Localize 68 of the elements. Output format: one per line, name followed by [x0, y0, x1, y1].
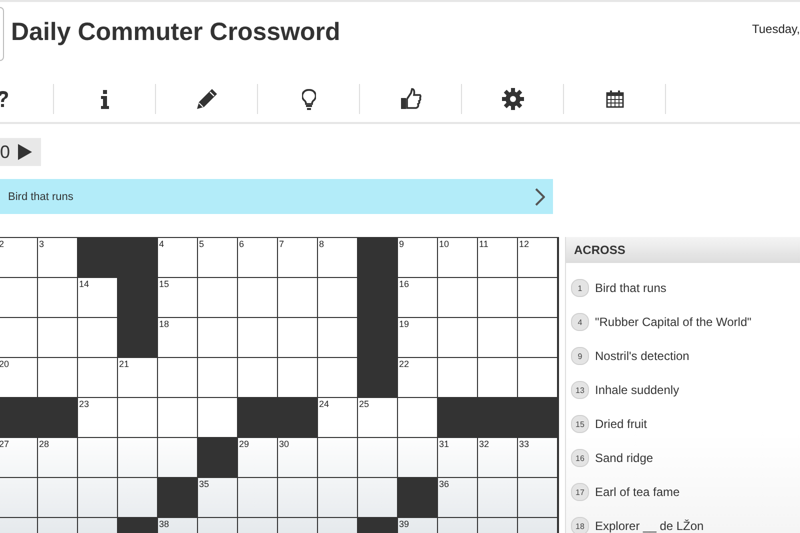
blocked-square: [438, 398, 478, 438]
play-icon: [18, 144, 32, 160]
clue-number: 18: [571, 517, 589, 533]
square-number: 22: [399, 359, 410, 369]
square-number: 39: [399, 519, 410, 529]
blocked-square: [358, 358, 398, 398]
square-number: 11: [479, 239, 488, 249]
clue-number: 9: [571, 347, 589, 365]
clue-text[interactable]: Earl of tea fame: [595, 485, 680, 499]
blocked-square: [38, 398, 78, 438]
square-number: 5: [199, 239, 204, 249]
square-number: 21: [119, 359, 130, 369]
square-number: 15: [159, 279, 170, 289]
square-number: 38: [159, 519, 170, 529]
current-clue: Bird that runs: [8, 190, 74, 202]
page-title: Daily Commuter Crossword: [11, 18, 342, 46]
clue-text[interactable]: Inhale suddenly: [595, 383, 680, 397]
square-number: 30: [279, 439, 290, 449]
logo-edge: [0, 7, 4, 61]
date-text: Tuesday,: [750, 22, 800, 36]
clue-text[interactable]: "Rubber Capital of the World": [595, 315, 752, 329]
square-number: 12: [519, 239, 530, 249]
pencil-icon: [196, 88, 218, 110]
clue-text[interactable]: Bird that runs: [595, 281, 666, 295]
clue-number: 17: [571, 483, 589, 501]
blocked-square: [198, 438, 238, 478]
next-chevron-icon[interactable]: [535, 188, 545, 206]
clue-number: 4: [571, 313, 589, 331]
square-number: 10: [439, 239, 450, 249]
clue-text[interactable]: Sand ridge: [595, 451, 654, 465]
clue-text[interactable]: Explorer __ de LŽon: [595, 519, 704, 533]
thumbs-up-icon: [400, 88, 422, 110]
square-number: 28: [39, 439, 50, 449]
square-number: 35: [199, 479, 210, 489]
square-number: 9: [399, 239, 404, 249]
square-number: 29: [239, 439, 250, 449]
lightbulb-icon: [302, 88, 316, 110]
square-number: 23: [79, 399, 90, 409]
square-number: 25: [359, 399, 370, 409]
calendar-icon: [606, 90, 624, 108]
clue-number: 16: [571, 449, 589, 467]
info-icon: [100, 90, 110, 108]
square-number: 19: [399, 319, 410, 329]
square-number: 3: [39, 239, 44, 249]
clue-text[interactable]: Nostril's detection: [595, 349, 690, 363]
across-heading: ACROSS: [566, 237, 800, 263]
clue-number: 1: [571, 279, 589, 297]
square-number: 31: [439, 439, 450, 449]
clue-text[interactable]: Dried fruit: [595, 417, 648, 431]
square-number: 8: [319, 239, 324, 249]
clue-number: 15: [571, 415, 589, 433]
blocked-square: [238, 398, 278, 438]
square-number: 24: [319, 399, 330, 409]
square-number: 6: [239, 239, 244, 249]
clue-number: 13: [571, 381, 589, 399]
timer-button[interactable]: 0: [0, 138, 42, 166]
blocked-square: [118, 318, 158, 358]
square-number: 4: [159, 239, 164, 249]
settings-icon: [502, 88, 524, 110]
square-number: 7: [279, 239, 284, 249]
square-number: 33: [519, 439, 530, 449]
square-number: 16: [399, 279, 410, 289]
square-number: 36: [439, 479, 450, 489]
square-number: 18: [159, 319, 170, 329]
square-number: 14: [79, 279, 90, 289]
help-icon: [0, 90, 8, 108]
blocked-square: [278, 398, 318, 438]
square-number: 32: [479, 439, 490, 449]
